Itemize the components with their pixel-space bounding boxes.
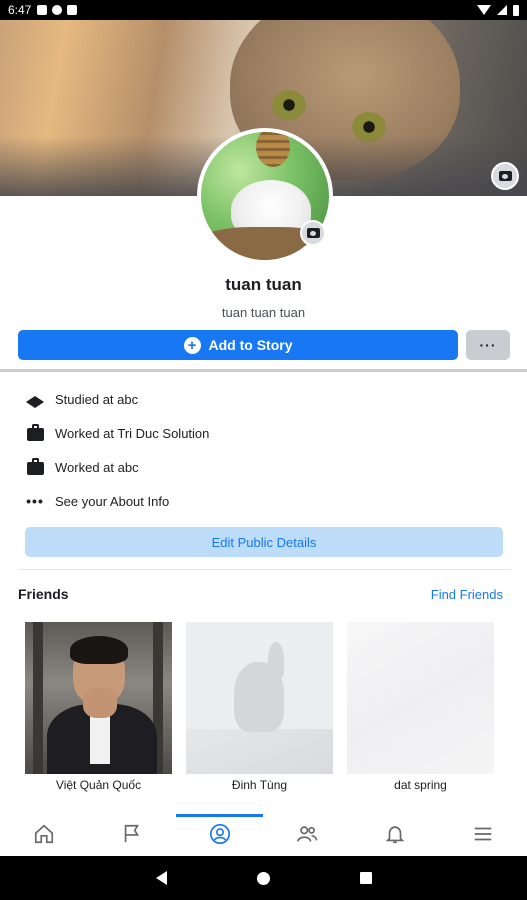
notification-icon [52, 5, 63, 15]
cover-camera-icon[interactable] [491, 162, 519, 190]
nav-profile[interactable] [175, 812, 264, 856]
flag-icon [124, 824, 139, 843]
profile-icon [209, 824, 230, 844]
avatar-camera-icon[interactable] [300, 220, 326, 246]
more-options-button[interactable]: ··· [466, 330, 510, 360]
friends-section-title: Friends [18, 586, 69, 602]
friend-card[interactable]: Đinh Tùng [186, 622, 333, 792]
nav-menu[interactable] [439, 812, 527, 856]
friend-card[interactable]: Việt Quản Quốc [25, 622, 172, 792]
find-friends-link[interactable]: Find Friends [431, 587, 503, 602]
friend-photo [25, 622, 172, 774]
friend-name: dat spring [394, 778, 447, 792]
detail-work: Worked at abc [25, 450, 505, 484]
friend-name: Việt Quản Quốc [55, 778, 142, 792]
nav-home[interactable] [0, 812, 88, 856]
status-time: 6:47 [8, 3, 32, 17]
profile-subname: tuan tuan tuan [221, 305, 306, 320]
divider [0, 369, 527, 372]
briefcase-icon [25, 457, 45, 477]
notification-icon [67, 5, 78, 15]
notification-icon [37, 5, 48, 15]
signal-icon [497, 5, 507, 15]
back-icon[interactable] [155, 871, 167, 885]
nav-notifications[interactable] [351, 812, 439, 856]
nav-friends[interactable] [263, 812, 351, 856]
divider [18, 569, 511, 570]
detail-text: See your About Info [55, 493, 170, 509]
bell-icon [385, 826, 405, 844]
friends-icon [297, 826, 318, 842]
recent-apps-icon[interactable] [359, 872, 372, 884]
wifi-icon [477, 5, 491, 15]
add-to-story-label: Add to Story [208, 337, 293, 353]
detail-text: Worked at abc [55, 459, 139, 475]
home-button-icon[interactable] [256, 871, 270, 885]
see-about-info-link[interactable]: ••• See your About Info [25, 484, 505, 518]
detail-text: Studied at abc [55, 391, 139, 407]
friend-name: Đinh Tùng [231, 778, 288, 792]
detail-work: Worked at Tri Duc Solution [25, 416, 505, 450]
home-icon [34, 824, 53, 844]
menu-icon [474, 827, 492, 841]
friend-photo [347, 622, 494, 774]
briefcase-icon [25, 423, 45, 443]
detail-text: Worked at Tri Duc Solution [55, 425, 210, 441]
profile-name: tuan tuan [225, 275, 302, 294]
edit-public-details-button[interactable]: Edit Public Details [25, 527, 503, 557]
friend-photo [186, 622, 333, 774]
battery-icon [513, 4, 519, 16]
add-to-story-button[interactable]: + Add to Story [18, 330, 458, 360]
nav-pages[interactable] [88, 812, 176, 856]
system-navigation-bar [0, 856, 527, 900]
graduation-cap-icon [25, 389, 45, 409]
friend-card[interactable]: dat spring [347, 622, 494, 792]
status-bar: 6:47 [0, 0, 527, 20]
bottom-navigation [0, 812, 527, 856]
more-dots-icon: ••• [26, 493, 44, 509]
detail-education: Studied at abc [25, 382, 505, 416]
profile-details: Studied at abc Worked at Tri Duc Solutio… [25, 382, 505, 518]
plus-icon: + [183, 336, 201, 354]
